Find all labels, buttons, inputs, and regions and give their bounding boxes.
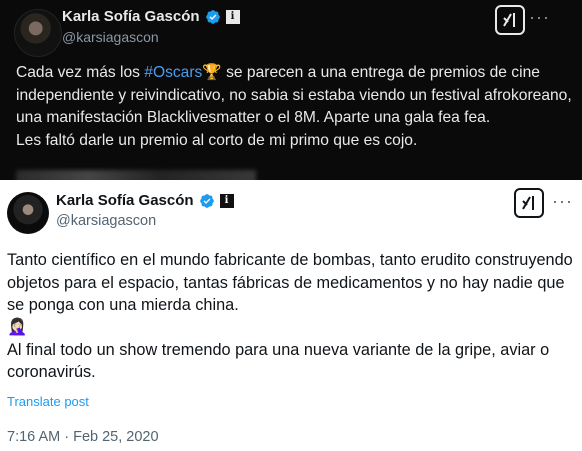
grok-glyph-icon [503,13,515,27]
author-handle[interactable]: @karsiagascon [62,29,159,45]
text-segment: Les faltó darle un premio al corto de mi… [16,131,418,149]
bottom-tweet: Karla Sofía Gascón i @karsiagascon ··· T… [0,180,582,451]
hashtag-link[interactable]: #Oscars [144,64,202,81]
top-tweet: Karla Sofía Gascón i @karsiagascon ··· C… [0,0,582,180]
facepalm-emoji-icon: 🤦🏻‍♀️ [7,318,28,337]
tweet-paragraph: Tanto científico en el mundo fabricante … [7,251,573,314]
author-handle[interactable]: @karsiagascon [56,213,156,229]
tweet-text: Cada vez más los #Oscars🏆 se parecen a u… [16,62,572,152]
grok-icon[interactable] [514,188,544,218]
avatar[interactable] [14,9,62,57]
label-badge: i [225,9,240,24]
tweet-text: Tanto científico en el mundo fabricante … [7,249,577,384]
more-options-icon[interactable]: ··· [552,192,573,210]
more-options-icon[interactable]: ··· [529,8,550,26]
timestamp[interactable]: 7:16 AM · Feb 25, 2020 [7,429,159,445]
author-name[interactable]: Karla Sofía Gascón [62,8,200,25]
verified-badge-icon [199,193,214,208]
author-name[interactable]: Karla Sofía Gascón [56,192,194,209]
avatar[interactable] [7,192,49,234]
grok-icon[interactable] [495,5,525,35]
author-header: Karla Sofía Gascón i [62,8,240,25]
tweet-paragraph: Al final todo un show tremendo para una … [7,340,550,382]
blurred-translate-row [16,170,256,180]
text-segment: Cada vez más los [16,64,145,81]
grok-glyph-icon [522,196,534,210]
verified-badge-icon [205,9,220,24]
author-header: Karla Sofía Gascón i [56,192,234,209]
translate-post-link[interactable]: Translate post [7,394,89,409]
label-badge: i [219,193,234,208]
oscar-emoji-icon: 🏆 [202,64,222,81]
